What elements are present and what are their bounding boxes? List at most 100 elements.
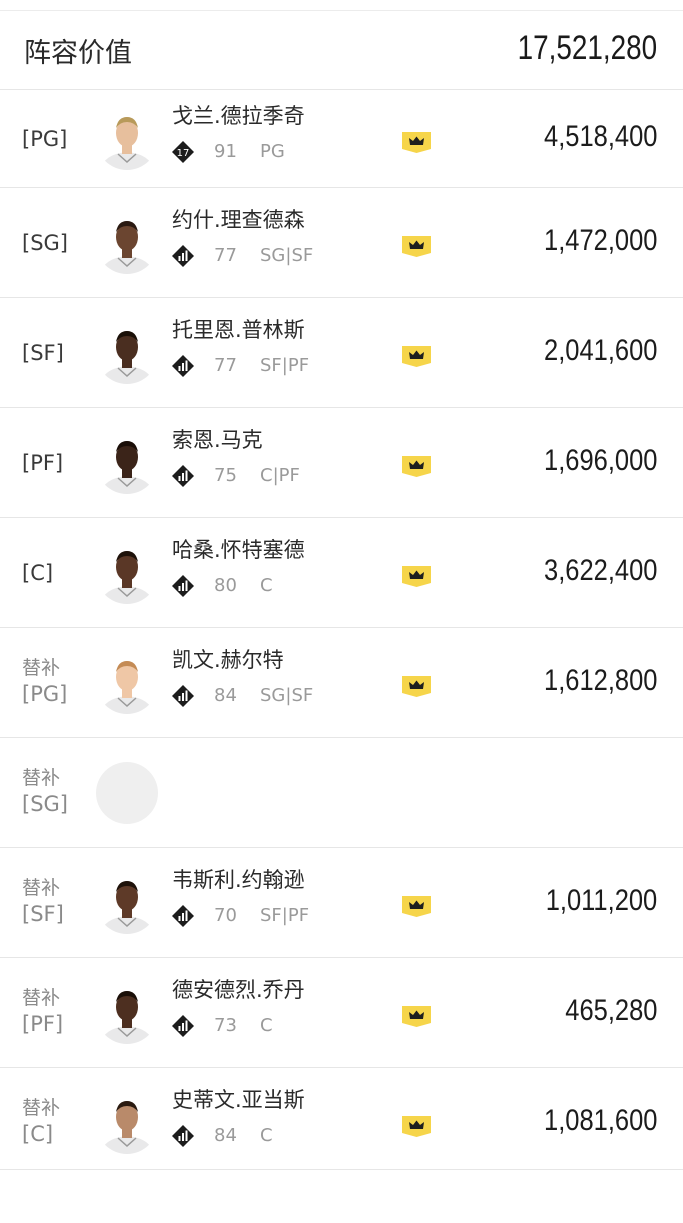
player-meta: 17 91 PG — [172, 140, 285, 163]
player-positions: C — [260, 575, 273, 596]
svg-text:17: 17 — [177, 148, 190, 159]
crown-icon[interactable] — [400, 130, 433, 153]
player-positions: SG|SF — [260, 685, 314, 706]
player-name: 哈桑.怀特塞德 — [172, 537, 305, 562]
player-positions: C — [260, 1015, 273, 1036]
player-meta: 75 C|PF — [172, 464, 300, 487]
lineup-value-header: 阵容价值 17,521,280 — [0, 11, 683, 89]
player-price: 4,518,400 — [543, 119, 657, 153]
player-price: 3,622,400 — [543, 553, 657, 587]
player-meta: 70 SF|PF — [172, 904, 310, 927]
player-price: 1,081,600 — [543, 1103, 657, 1137]
player-row-6[interactable]: 替补 [PG] 凯文.赫尔特 84 SG|SF 1,612,800 — [0, 627, 683, 737]
player-name: 德安德烈.乔丹 — [172, 977, 305, 1002]
position-slot-label: [C] — [22, 1121, 54, 1146]
rating-badge-icon — [172, 244, 194, 267]
player-name: 索恩.马克 — [172, 427, 263, 452]
crown-icon[interactable] — [400, 1114, 433, 1137]
player-name: 史蒂文.亚当斯 — [172, 1087, 305, 1112]
lineup-list: [PG] 戈兰.德拉季奇 17 91 PG 4,518,400 [SG] 约什.… — [0, 89, 683, 1177]
player-rating: 80 — [214, 575, 237, 596]
player-name: 戈兰.德拉季奇 — [172, 103, 305, 128]
player-name: 约什.理查德森 — [172, 207, 305, 232]
player-avatar — [96, 107, 158, 170]
player-avatar — [96, 211, 158, 274]
position-slot: [C] — [22, 560, 82, 586]
player-price: 1,472,000 — [543, 223, 657, 257]
position-slot: 替补 [SG] — [22, 765, 82, 817]
bench-label: 替补 — [22, 876, 61, 899]
rating-badge-icon — [172, 904, 194, 927]
crown-icon[interactable] — [400, 1004, 433, 1027]
player-row-10[interactable]: 替补 [C] 史蒂文.亚当斯 84 C 1,081,600 — [0, 1067, 683, 1177]
position-slot-label: [PG] — [22, 681, 68, 706]
rating-badge-icon — [172, 464, 194, 487]
player-rating: 77 — [214, 355, 237, 376]
rating-badge-icon — [172, 1014, 194, 1037]
position-slot: 替补 [PG] — [22, 655, 82, 707]
player-avatar — [96, 321, 158, 384]
player-price: 1,612,800 — [543, 663, 657, 697]
player-row-9[interactable]: 替补 [PF] 德安德烈.乔丹 73 C 465,280 — [0, 957, 683, 1067]
crown-icon[interactable] — [400, 894, 433, 917]
position-slot: [PG] — [22, 126, 82, 152]
position-slot: 替补 [PF] — [22, 985, 82, 1037]
player-row-5[interactable]: [C] 哈桑.怀特塞德 80 C 3,622,400 — [0, 517, 683, 627]
position-slot-label: [SG] — [22, 791, 68, 816]
player-name: 托里恩.普林斯 — [172, 317, 305, 342]
player-positions: C|PF — [260, 465, 300, 486]
player-row-8[interactable]: 替补 [SF] 韦斯利.约翰逊 70 SF|PF 1,011,200 — [0, 847, 683, 957]
position-slot: [SG] — [22, 230, 82, 256]
bench-label: 替补 — [22, 656, 61, 679]
player-meta: 84 SG|SF — [172, 684, 314, 707]
crown-icon[interactable] — [400, 344, 433, 367]
player-row-3[interactable]: [SF] 托里恩.普林斯 77 SF|PF 2,041,600 — [0, 297, 683, 407]
player-rating: 84 — [214, 685, 237, 706]
player-rating: 73 — [214, 1015, 237, 1036]
player-avatar — [96, 541, 158, 604]
player-row-1[interactable]: [PG] 戈兰.德拉季奇 17 91 PG 4,518,400 — [0, 89, 683, 187]
player-rating: 91 — [214, 141, 237, 162]
player-positions: SF|PF — [260, 355, 310, 376]
player-avatar — [96, 871, 158, 934]
player-positions: SF|PF — [260, 905, 310, 926]
player-price: 2,041,600 — [543, 333, 657, 367]
rating-badge-icon — [172, 354, 194, 377]
crown-icon[interactable] — [400, 454, 433, 477]
position-slot-label: [C] — [22, 560, 54, 585]
bench-label: 替补 — [22, 1096, 61, 1119]
lineup-value-title: 阵容价值 — [24, 38, 132, 69]
player-avatar — [96, 981, 158, 1044]
rating-badge-icon — [172, 1124, 194, 1147]
player-positions: C — [260, 1125, 273, 1146]
player-positions: SG|SF — [260, 245, 314, 266]
crown-icon[interactable] — [400, 674, 433, 697]
player-row-4[interactable]: [PF] 索恩.马克 75 C|PF 1,696,000 — [0, 407, 683, 517]
player-row-7[interactable]: 替补 [SG] — [0, 737, 683, 847]
player-rating: 75 — [214, 465, 237, 486]
player-avatar — [96, 431, 158, 494]
player-meta: 73 C — [172, 1014, 273, 1037]
player-price: 1,011,200 — [545, 883, 657, 917]
player-meta: 77 SG|SF — [172, 244, 314, 267]
rating-badge-icon — [172, 574, 194, 597]
bench-label: 替补 — [22, 766, 61, 789]
lineup-value-total: 17,521,280 — [517, 29, 657, 67]
bench-label: 替补 — [22, 986, 61, 1009]
player-meta: 80 C — [172, 574, 273, 597]
position-slot: 替补 [SF] — [22, 875, 82, 927]
position-slot-label: [SG] — [22, 230, 68, 255]
player-rating: 84 — [214, 1125, 237, 1146]
position-slot-label: [PF] — [22, 1011, 64, 1036]
player-avatar — [96, 651, 158, 714]
crown-icon[interactable] — [400, 564, 433, 587]
bottom-divider — [0, 1169, 683, 1170]
player-rating: 70 — [214, 905, 237, 926]
rating-badge-icon: 17 — [172, 140, 194, 163]
position-slot-label: [SF] — [22, 340, 64, 365]
rating-badge-icon — [172, 684, 194, 707]
crown-icon[interactable] — [400, 234, 433, 257]
position-slot: [PF] — [22, 450, 82, 476]
player-row-2[interactable]: [SG] 约什.理查德森 77 SG|SF 1,472,000 — [0, 187, 683, 297]
player-rating: 77 — [214, 245, 237, 266]
